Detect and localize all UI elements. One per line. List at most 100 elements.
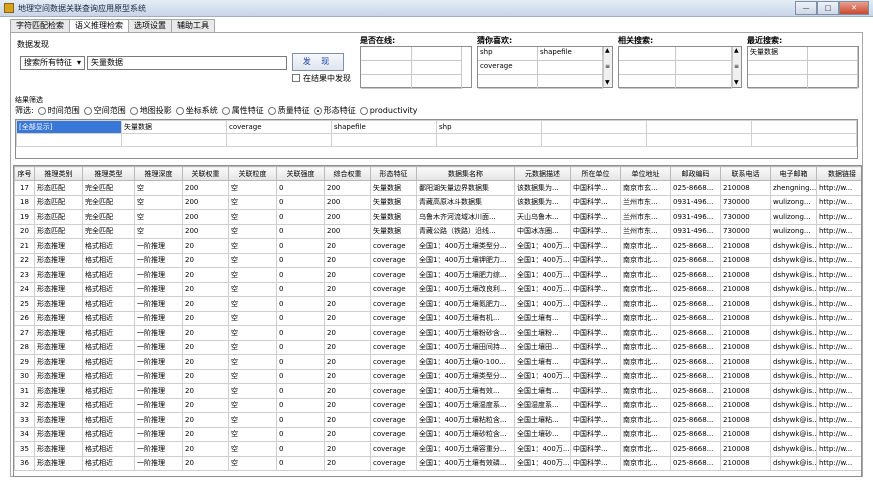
table-row[interactable]: 33 形态推理 格式相近 一阶推理 20 空 0 20 coverage 全国1：400万土壤粘粒… — [14, 412, 861, 428]
related-scrollbar[interactable]: ▲ ≡ ▼ — [732, 47, 741, 87]
close-button[interactable]: ✕ — [839, 1, 869, 15]
tag-cell[interactable]: shp — [436, 120, 542, 134]
table-row[interactable]: 28 形态推理 格式相近 一阶推理 20 空 0 20 coverage 全国1：400万土壤田间… — [14, 339, 861, 355]
recommend-item[interactable] — [538, 61, 603, 75]
column-header[interactable]: 元数据描述 — [514, 166, 571, 181]
column-header[interactable]: 数据链接 — [816, 166, 861, 181]
table-cell: 南京市北... — [620, 339, 671, 355]
recommend-list[interactable]: shp shapefile coverage ▲ ≡ ▼ — [477, 46, 613, 89]
table-row[interactable]: 25 形态推理 格式相近 一阶推理 20 空 0 20 coverage 全国1：400万土壤氮肥… — [14, 296, 861, 312]
column-header[interactable]: 邮政编码 — [670, 166, 721, 181]
column-header[interactable]: 关联粒度 — [228, 166, 277, 181]
tab-tools[interactable]: 辅助工具 — [171, 19, 215, 32]
table-row[interactable]: 17 形态匹配 完全匹配空 200 空 0 200 矢量数据 鄱阳湖矢量边界数据集 该数据集为..… — [14, 180, 861, 196]
table-row[interactable]: 36 形态推理 格式相近 一阶推理 20 空 0 20 coverage 全国1：400万土壤有效… — [14, 455, 861, 471]
radio-attribute[interactable] — [221, 106, 230, 115]
table-cell: 南京市北... — [620, 252, 671, 268]
tab-semantic-reasoning[interactable]: 语义推理检索 — [69, 19, 129, 33]
online-list[interactable] — [360, 46, 472, 89]
table-cell: 空 — [228, 325, 277, 341]
table-cell: 南京市北... — [620, 455, 671, 471]
table-row[interactable]: 21 形态推理 格式相近 一阶推理 20 空 0 20 coverage 全国1：400万土壤类型… — [14, 238, 861, 254]
table-row[interactable]: 18 形态匹配 完全匹配空 200 空 0 200 矢量数据 青藏高原冰斗数据集 该数据集为...… — [14, 194, 861, 210]
table-row[interactable]: 35 形态推理 格式相近 一阶推理 20 空 0 20 coverage 全国1：400万土壤容重… — [14, 441, 861, 457]
column-header[interactable]: 综合权重 — [324, 166, 371, 181]
table-row[interactable]: 29 形态推理 格式相近 一阶推理 20 空 0 20 coverage 全国1：400万土壤0-… — [14, 354, 861, 370]
tab-string-match[interactable]: 字符匹配检索 — [10, 19, 70, 32]
table-cell: 一阶推理 — [134, 455, 183, 471]
table-cell: 兰州市东... — [620, 223, 671, 239]
discover-button[interactable]: 发 现 — [292, 53, 344, 71]
table-cell: 中国科学... — [570, 238, 621, 254]
column-header[interactable]: 联系电话 — [720, 166, 771, 181]
table-row[interactable]: 24 形态推理 格式相近 一阶推理 20 空 0 20 coverage 全国1：400万土壤改良… — [14, 281, 861, 297]
column-header[interactable]: 单位地址 — [620, 166, 671, 181]
within-results-checkbox[interactable] — [292, 74, 300, 82]
results-tag-table[interactable]: [全部显示] 矢量数据 coverage shapefile shp — [15, 119, 858, 159]
radio-projection[interactable] — [129, 106, 138, 115]
column-header[interactable]: 电子邮箱 — [770, 166, 817, 181]
result-grid[interactable]: 序号 推理类别 推理类型 推理深度 关联权重 关联粒度 关联强度 综合权重 形态特征 数据集名称元… — [13, 165, 862, 477]
column-header[interactable]: 关联强度 — [276, 166, 325, 181]
column-header[interactable]: 序号 — [14, 166, 35, 181]
tag-cell[interactable]: 矢量数据 — [121, 120, 227, 134]
table-cell: 南京市北... — [620, 397, 671, 413]
recommend-item[interactable]: shapefile — [538, 47, 603, 61]
table-cell: 全国1：400万土壤有效磷... — [416, 455, 515, 471]
column-header[interactable]: 关联权重 — [182, 166, 229, 181]
table-cell: 22 — [14, 252, 35, 268]
column-header[interactable]: 推理类别 — [34, 166, 83, 181]
table-cell: 0 — [276, 354, 325, 370]
table-cell: 形态推理 — [34, 368, 83, 384]
feature-select[interactable]: 搜索所有特征 ▾ — [20, 56, 85, 70]
tag-show-all[interactable]: [全部显示] — [16, 120, 122, 134]
radio-productivity[interactable] — [359, 106, 368, 115]
table-row[interactable]: 31 形态推理 格式相近 一阶推理 20 空 0 20 coverage 全国1：400万土壤有效… — [14, 383, 861, 399]
recommend-item[interactable]: coverage — [478, 61, 538, 75]
table-row[interactable]: 22 形态推理 格式相近 一阶推理 20 空 0 20 coverage 全国1：400万土壤钾肥… — [14, 252, 861, 268]
tag-cell[interactable] — [646, 120, 752, 134]
recent-item[interactable]: 矢量数据 — [748, 47, 808, 61]
table-cell: 210008 — [720, 354, 771, 370]
table-cell: 20 — [14, 223, 35, 239]
table-row[interactable]: 26 形态推理 格式相近 一阶推理 20 空 0 20 coverage 全国1：400万土壤有机… — [14, 310, 861, 326]
minimize-button[interactable]: — — [795, 1, 817, 15]
table-cell: 0 — [276, 296, 325, 312]
recent-list[interactable]: 矢量数据 — [747, 46, 859, 89]
table-row[interactable]: 23 形态推理 格式相近 一阶推理 20 空 0 20 coverage 全国1：400万土壤肥力… — [14, 267, 861, 283]
table-cell: 格式相近 — [82, 368, 135, 384]
recommend-scrollbar[interactable]: ▲ ≡ ▼ — [603, 47, 612, 87]
radio-coordinate[interactable] — [175, 106, 184, 115]
table-cell: 中国科学... — [570, 455, 621, 471]
related-search-list[interactable]: ▲ ≡ ▼ — [618, 46, 742, 89]
column-header[interactable]: 所在单位 — [570, 166, 621, 181]
radio-space[interactable] — [83, 106, 92, 115]
radio-quality[interactable] — [267, 106, 276, 115]
column-header[interactable]: 数据集名称 — [416, 166, 515, 181]
table-row[interactable]: 27 形态推理 格式相近 一阶推理 20 空 0 20 coverage 全国1：400万土壤粉砂… — [14, 325, 861, 341]
table-cell: 空 — [134, 180, 183, 196]
table-cell: 完全匹配 — [82, 194, 135, 210]
table-row[interactable]: 19 形态匹配 完全匹配空 200 空 0 200 矢量数据 乌鲁木齐河流域冰川面... 天山乌鲁… — [14, 209, 861, 225]
recommend-item[interactable]: shp — [478, 47, 538, 61]
table-cell: 南京市北... — [620, 441, 671, 457]
table-row[interactable]: 34 形态推理 格式相近 一阶推理 20 空 0 20 coverage 全国1：400万土壤砂粒… — [14, 426, 861, 442]
tag-cell[interactable] — [541, 120, 647, 134]
tag-cell[interactable]: shapefile — [331, 120, 437, 134]
radio-form[interactable] — [313, 106, 322, 115]
tag-cell[interactable]: coverage — [226, 120, 332, 134]
radio-time[interactable] — [37, 106, 46, 115]
keyword-input[interactable]: 矢量数据 — [87, 56, 287, 70]
tag-cell[interactable] — [751, 120, 857, 134]
column-header[interactable]: 形态特征 — [370, 166, 417, 181]
column-header[interactable]: 推理类型 — [82, 166, 135, 181]
column-header[interactable]: 推理深度 — [134, 166, 183, 181]
table-row[interactable]: 30 形态推理 格式相近 一阶推理 20 空 0 20 coverage 全国1：400万土壤类型… — [14, 368, 861, 384]
table-row[interactable]: 32 形态推理 格式相近 一阶推理 20 空 0 20 coverage 全国1：400万土壤湿度… — [14, 397, 861, 413]
table-cell: 025-8668... — [670, 180, 721, 196]
table-row[interactable]: 20 形态匹配 完全匹配空 200 空 0 200 矢量数据 青藏公路（铁路）沿线... 中国冰冻… — [14, 223, 861, 239]
table-cell: 025-8668... — [670, 412, 721, 428]
table-cell: 一阶推理 — [134, 368, 183, 384]
tab-options[interactable]: 选项设置 — [128, 19, 172, 32]
maximize-button[interactable]: □ — [817, 1, 839, 15]
